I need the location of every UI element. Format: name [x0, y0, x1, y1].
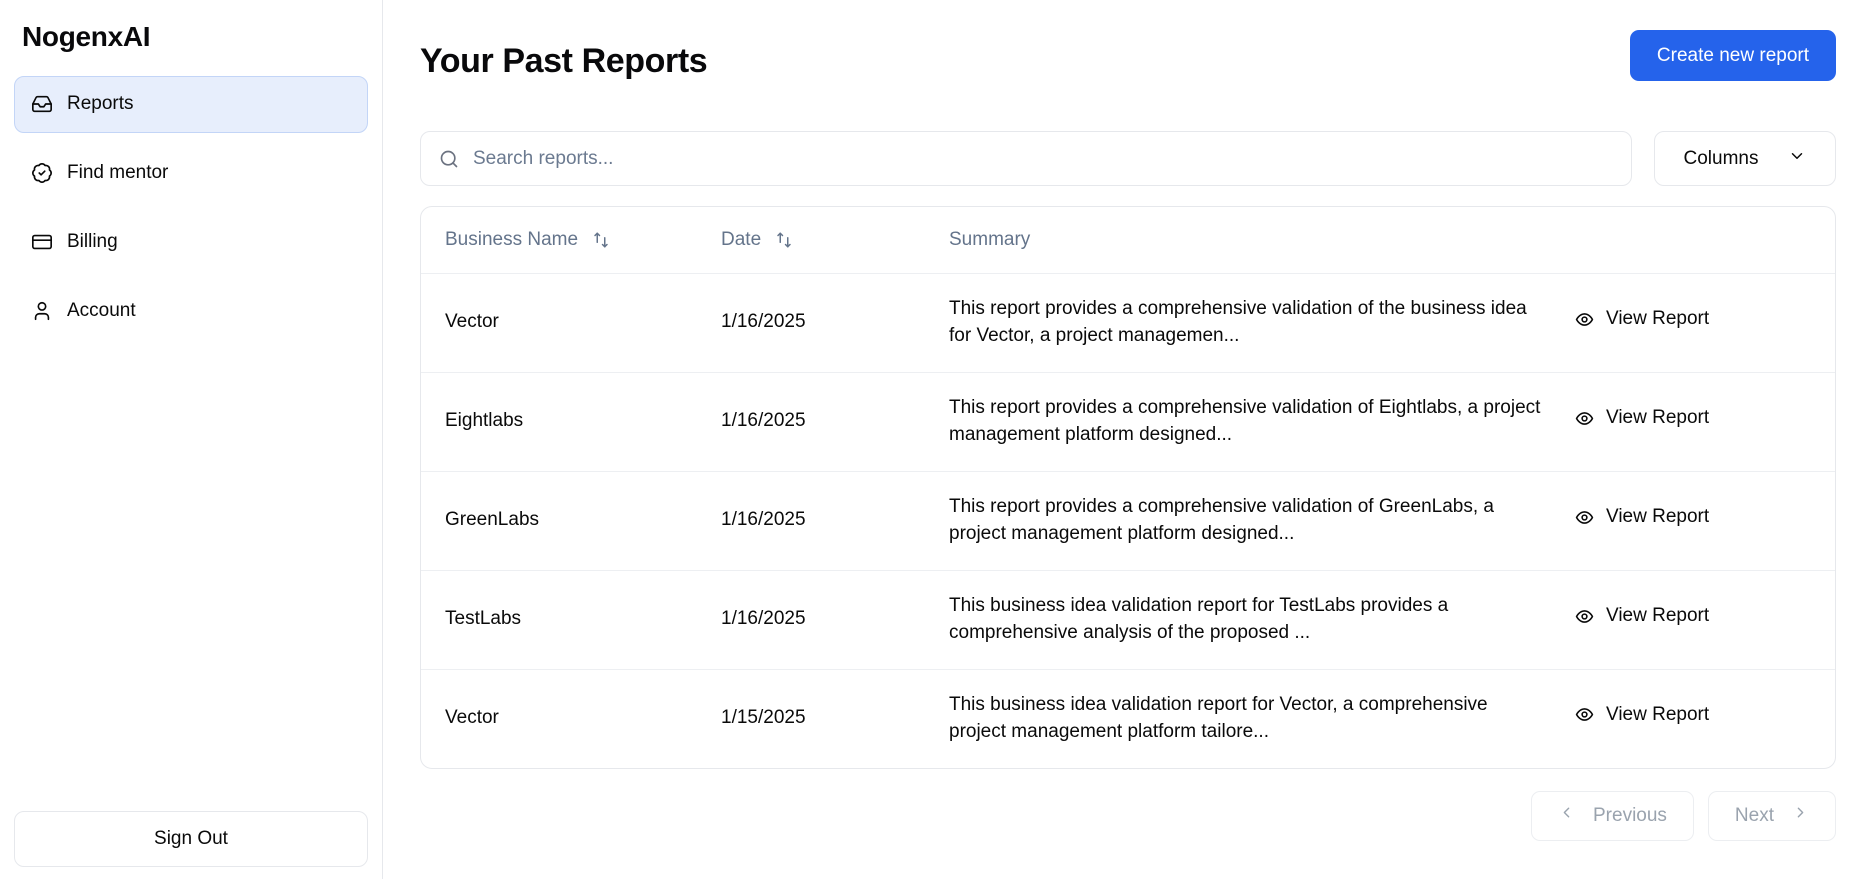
create-new-report-button[interactable]: Create new report	[1629, 30, 1836, 81]
sort-business-name-icon[interactable]	[592, 231, 610, 249]
view-report-label: View Report	[1606, 506, 1710, 528]
sign-out-container: Sign Out	[14, 811, 368, 867]
main-header: Your Past Reports Create new report	[420, 24, 1836, 81]
cell-date: 1/16/2025	[721, 570, 901, 670]
column-header-label: Summary	[949, 229, 1031, 250]
column-header-business-name: Business Name	[421, 207, 721, 274]
eye-icon	[1575, 508, 1594, 527]
chevron-right-icon	[1792, 804, 1809, 827]
cell-business-name: Vector	[445, 707, 499, 729]
table-header-row: Business Name Date Summary	[421, 207, 1835, 274]
badge-check-icon	[31, 162, 53, 184]
columns-dropdown-button[interactable]: Columns	[1654, 131, 1836, 186]
view-report-button[interactable]: View Report	[1575, 506, 1709, 528]
cell-date: 1/15/2025	[721, 707, 806, 729]
app-root: NogenxAI Reports Find mentor Billing Acc…	[0, 0, 1876, 879]
cell-summary: This report provides a comprehensive val…	[901, 471, 1565, 571]
eye-icon	[1575, 310, 1594, 329]
sidebar-item-label: Find mentor	[67, 162, 169, 184]
table-body: Vector 1/16/2025 This report provides a …	[421, 273, 1835, 768]
columns-label: Columns	[1683, 147, 1759, 169]
sign-out-button[interactable]: Sign Out	[14, 811, 368, 867]
table-row[interactable]: GreenLabs 1/16/2025 This report provides…	[421, 471, 1835, 571]
sidebar-item-billing[interactable]: Billing	[14, 214, 368, 271]
sidebar-nav: Reports Find mentor Billing Account	[14, 75, 368, 340]
cell-business-name: TestLabs	[421, 570, 721, 670]
chevron-left-icon	[1558, 804, 1575, 827]
sidebar-item-account[interactable]: Account	[14, 283, 368, 340]
reports-table-card: Business Name Date Summary Vector 1/16/2…	[420, 206, 1836, 769]
cell-action: View Report	[1565, 471, 1835, 571]
cell-date: 1/16/2025	[721, 471, 901, 571]
cell-date: 1/16/2025	[721, 372, 901, 472]
sidebar-item-label: Account	[67, 300, 136, 322]
cell-date: 1/16/2025	[721, 273, 901, 373]
view-report-button[interactable]: View Report	[1575, 407, 1709, 429]
table-toolbar: Columns	[420, 131, 1836, 186]
eye-icon	[1575, 409, 1594, 428]
table-head: Business Name Date Summary	[421, 207, 1835, 274]
table-row[interactable]: Vector 1/15/2025 This business idea vali…	[421, 669, 1835, 767]
column-header-actions	[1565, 207, 1835, 274]
brand-logo: NogenxAI	[22, 21, 151, 52]
cell-action: View Report	[1565, 273, 1835, 373]
search-box[interactable]	[420, 131, 1632, 186]
pagination: Previous Next	[420, 790, 1836, 841]
chevron-down-icon	[1788, 147, 1806, 171]
credit-card-icon	[31, 231, 53, 253]
eye-icon	[1575, 705, 1594, 724]
previous-page-button[interactable]: Previous	[1531, 790, 1694, 841]
eye-icon	[1575, 607, 1594, 626]
sidebar: NogenxAI Reports Find mentor Billing Acc…	[0, 0, 383, 879]
cell-summary: This report provides a comprehensive val…	[901, 372, 1565, 472]
main-content: Your Past Reports Create new report Colu…	[383, 0, 1876, 879]
search-icon	[439, 149, 459, 169]
sort-date-icon[interactable]	[775, 231, 793, 249]
sidebar-item-label: Billing	[67, 231, 118, 253]
page-title: Your Past Reports	[420, 42, 708, 80]
view-report-label: View Report	[1606, 605, 1710, 627]
inbox-icon	[31, 93, 53, 115]
table-row[interactable]: Vector 1/16/2025 This report provides a …	[421, 273, 1835, 373]
column-header-label: Date	[721, 229, 762, 250]
user-icon	[31, 300, 53, 322]
view-report-label: View Report	[1606, 703, 1710, 725]
previous-page-label: Previous	[1593, 804, 1667, 826]
cell-action: View Report	[1565, 669, 1835, 767]
column-header-label: Business Name	[445, 229, 579, 250]
sidebar-item-find-mentor[interactable]: Find mentor	[14, 145, 368, 202]
view-report-button[interactable]: View Report	[1575, 704, 1709, 726]
cell-summary: This report provides a comprehensive val…	[901, 273, 1565, 373]
view-report-button[interactable]: View Report	[1575, 308, 1709, 330]
cell-business-name: Vector	[421, 273, 721, 373]
table-row[interactable]: Eightlabs 1/16/2025 This report provides…	[421, 372, 1835, 472]
search-input[interactable]	[473, 147, 1613, 170]
view-report-label: View Report	[1606, 407, 1710, 429]
reports-table: Business Name Date Summary Vector 1/16/2…	[421, 207, 1835, 768]
next-page-label: Next	[1734, 804, 1774, 826]
sidebar-item-reports[interactable]: Reports	[14, 75, 368, 133]
cell-action: View Report	[1565, 372, 1835, 472]
cell-business-name: Eightlabs	[421, 372, 721, 472]
view-report-button[interactable]: View Report	[1575, 605, 1709, 627]
next-page-button[interactable]: Next	[1707, 790, 1836, 841]
column-header-summary: Summary	[901, 207, 1565, 274]
cell-business-name: GreenLabs	[421, 471, 721, 571]
view-report-label: View Report	[1606, 308, 1710, 330]
column-header-date: Date	[721, 207, 901, 274]
cell-summary: This business idea validation report for…	[901, 570, 1565, 670]
cell-summary: This business idea validation report for…	[949, 693, 1488, 742]
table-row[interactable]: TestLabs 1/16/2025 This business idea va…	[421, 570, 1835, 670]
sidebar-item-label: Reports	[67, 93, 134, 115]
cell-action: View Report	[1565, 570, 1835, 670]
